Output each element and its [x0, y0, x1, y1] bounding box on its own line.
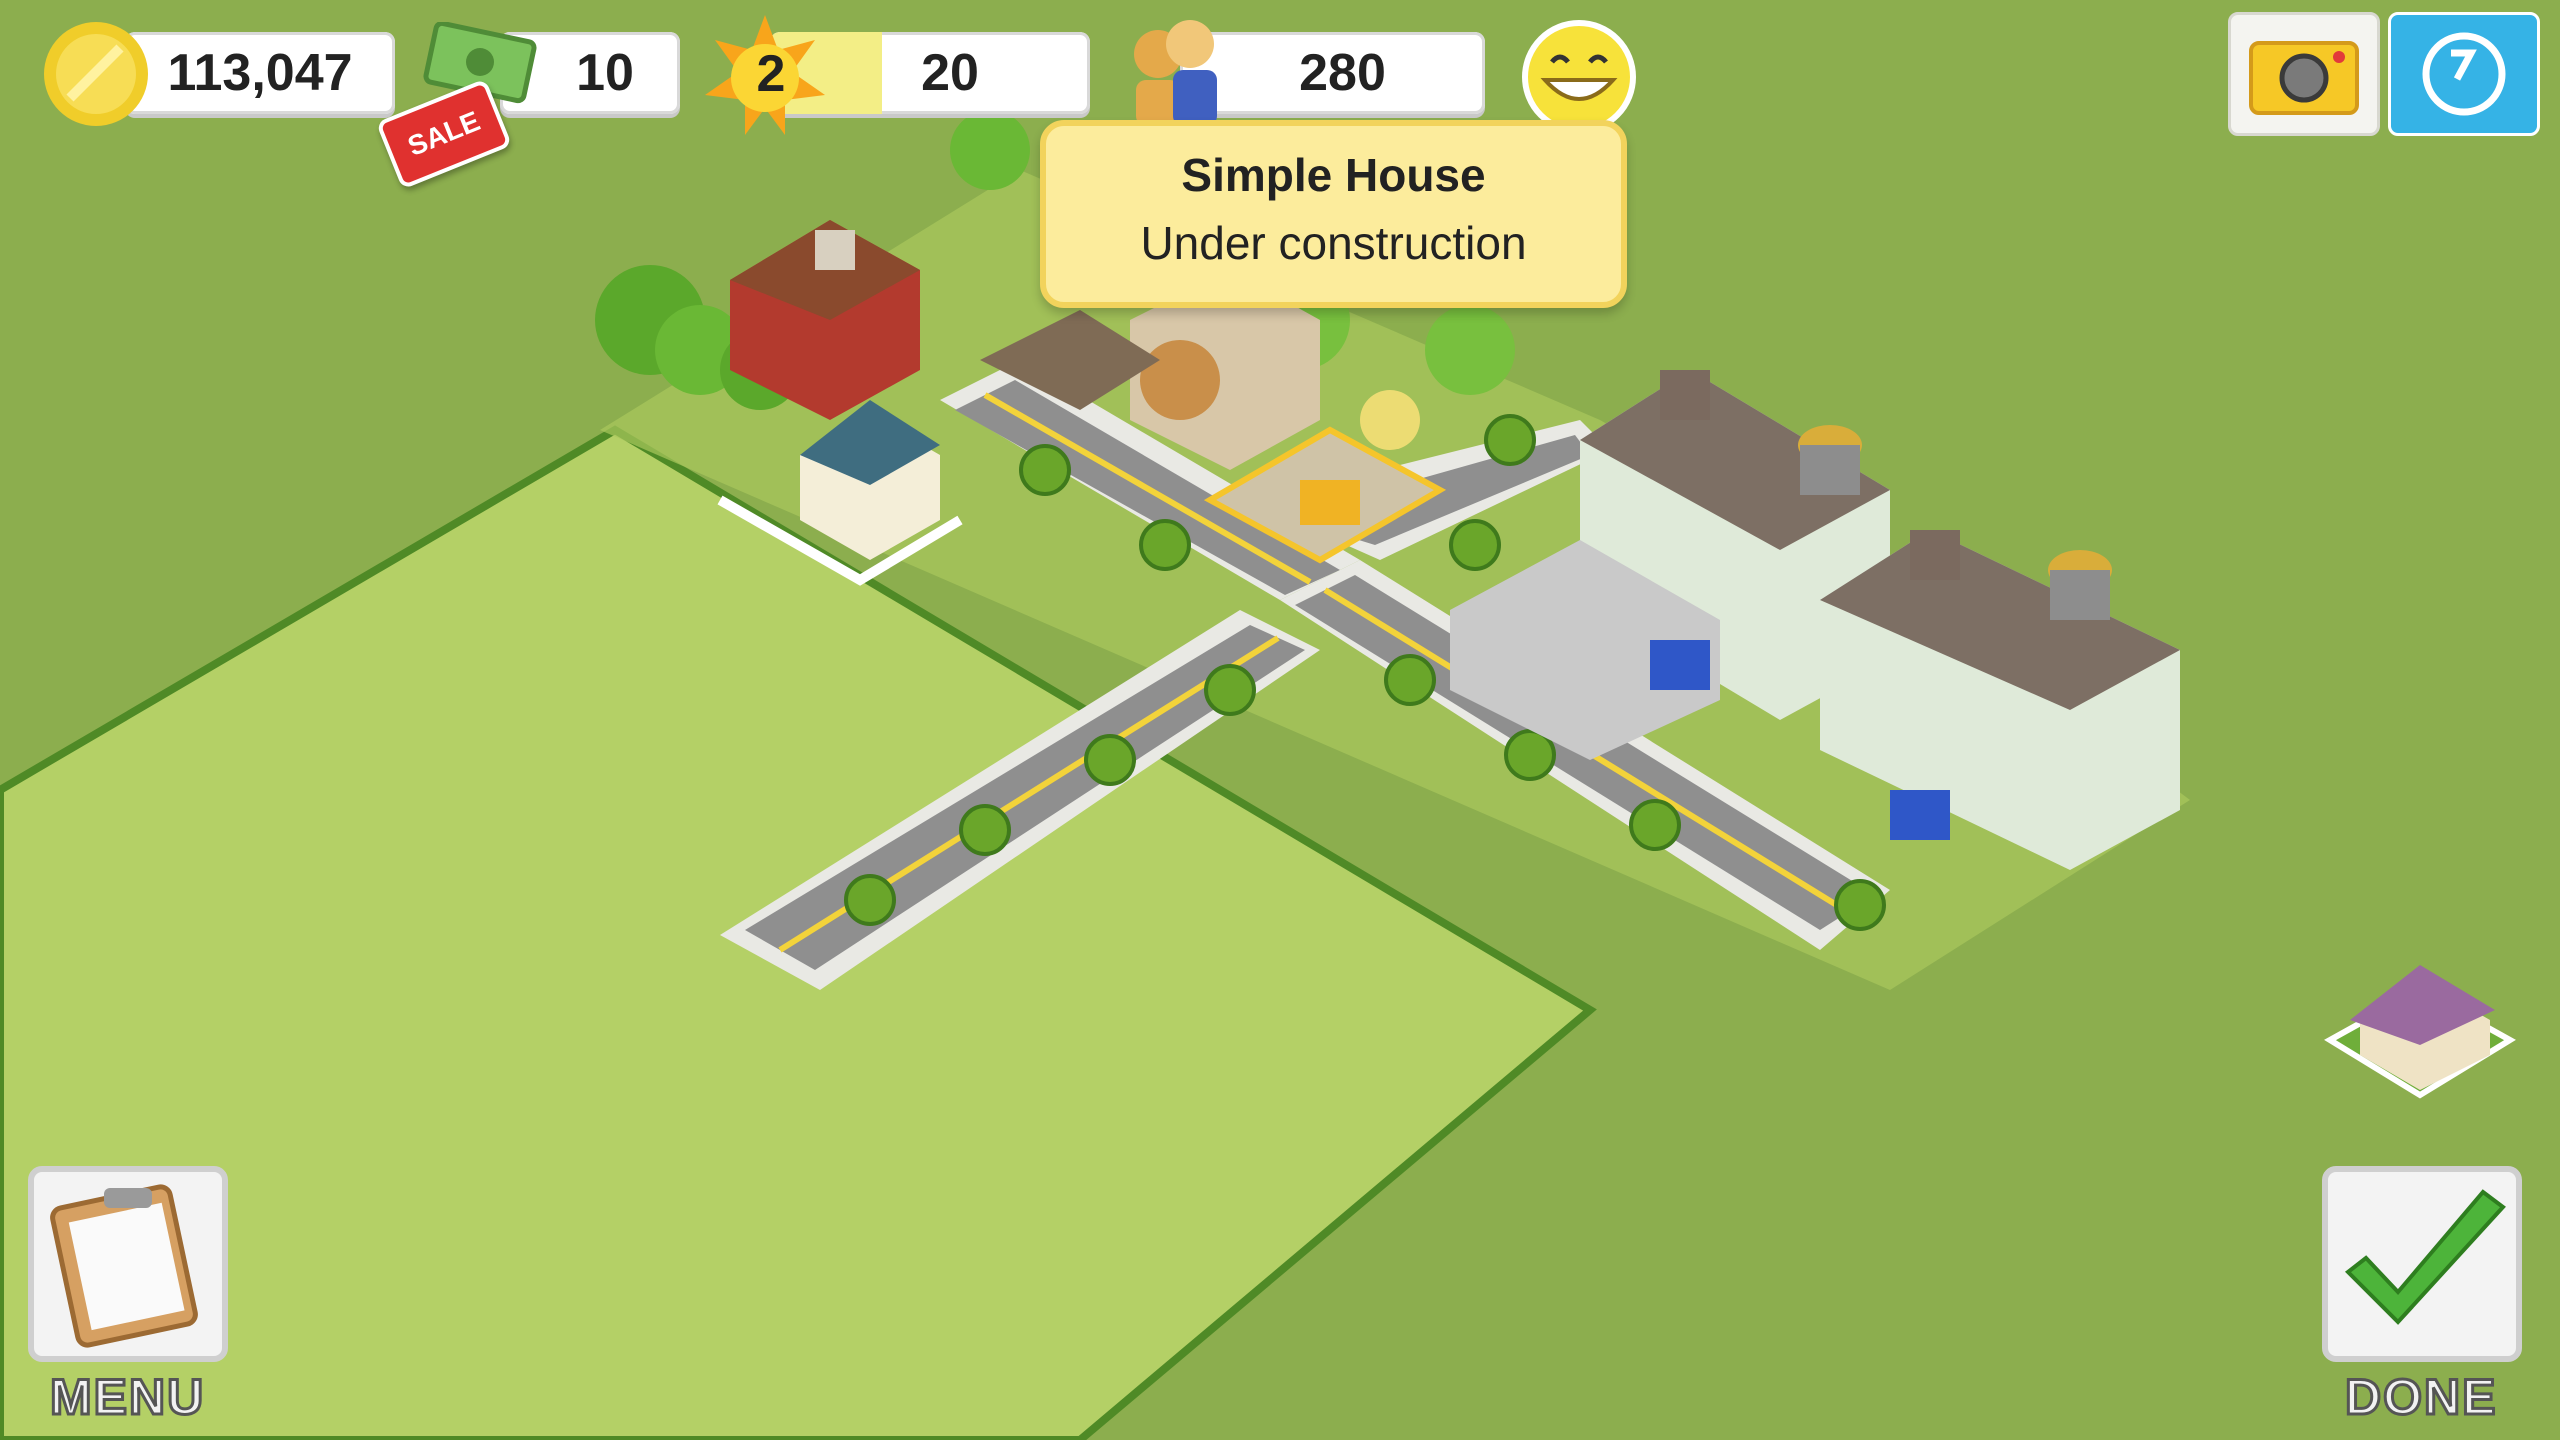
camera-button[interactable] [2228, 12, 2380, 136]
camera-icon [2249, 41, 2359, 115]
level-value: 2 [756, 45, 786, 103]
tooltip-title: Simple House [1181, 149, 1486, 201]
checkmark-icon [2344, 1189, 2506, 1325]
share-icon [2422, 32, 2506, 116]
population-icon [1134, 20, 1217, 126]
tooltip-subtitle: Under construction [1140, 217, 1527, 269]
done-label[interactable]: DONE [2343, 1368, 2497, 1427]
building-tooltip: Simple House Under construction [1040, 120, 1627, 308]
cash-value: 10 [576, 44, 634, 102]
coin-icon [44, 22, 148, 126]
menu-button[interactable] [28, 1166, 228, 1362]
menu-label[interactable]: MENU [48, 1368, 205, 1427]
clipboard-icon [50, 1184, 198, 1348]
house-build-icon[interactable] [2324, 965, 2516, 1099]
smiley-icon[interactable] [1520, 18, 1638, 136]
coins-value: 113,047 [167, 44, 353, 102]
xp-value: 20 [921, 44, 979, 102]
population-value: 280 [1299, 44, 1386, 102]
done-button[interactable] [2322, 1166, 2522, 1362]
share-button[interactable] [2388, 12, 2540, 136]
coins-counter: 113,047 [125, 32, 395, 114]
